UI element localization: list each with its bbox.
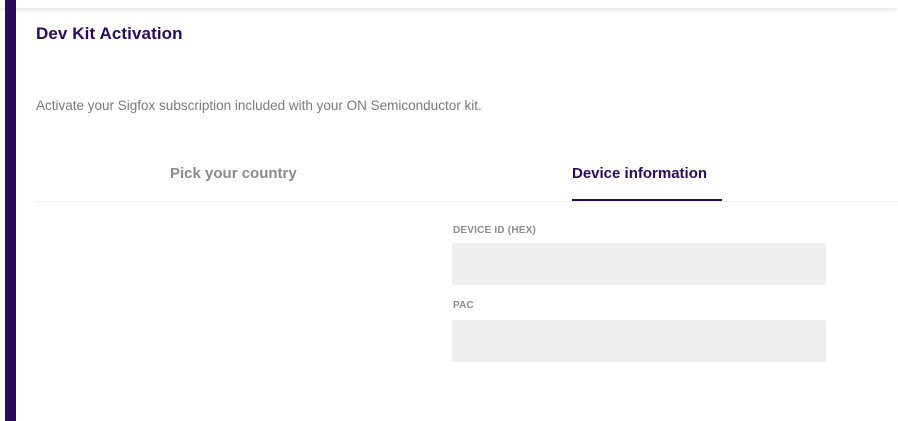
tab-pick-your-country[interactable]: Pick your country bbox=[170, 165, 297, 182]
tab-device-information[interactable]: Device information bbox=[572, 165, 707, 182]
device-id-input[interactable] bbox=[452, 243, 826, 285]
device-id-label: DEVICE ID (HEX) bbox=[453, 225, 537, 236]
pac-input[interactable] bbox=[452, 320, 826, 362]
page-subtitle: Activate your Sigfox subscription includ… bbox=[36, 98, 482, 113]
tabs-divider bbox=[36, 201, 898, 202]
pac-label: PAC bbox=[453, 300, 474, 311]
page-title: Dev Kit Activation bbox=[36, 24, 183, 43]
left-accent-bar bbox=[5, 0, 16, 421]
top-header-strip bbox=[0, 0, 898, 8]
